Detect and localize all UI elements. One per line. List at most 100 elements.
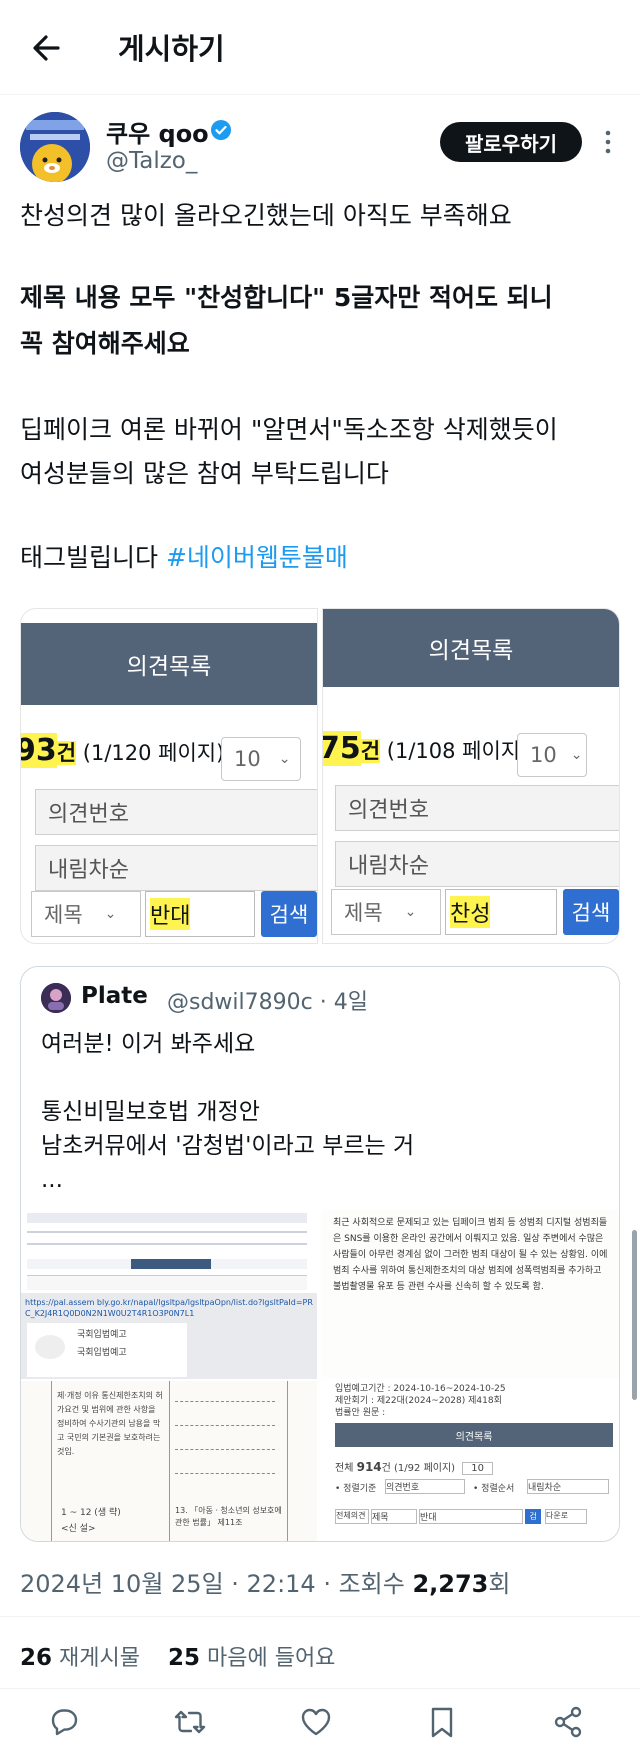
thumb-count: 전체 914건 (1/92 페이지) 10 — [335, 1459, 493, 1475]
quoted-image: https://pal.assem bly.go.kr/napal/lgsltp… — [21, 1209, 317, 1379]
hashtag-link[interactable]: #네이버웹툰불매 — [166, 543, 348, 572]
count-text: 93건 (1/120 페이지) — [21, 733, 225, 768]
thumb-item: 1 ~ 12 (생 략) — [61, 1508, 121, 1518]
thumb-all-label: 전체의견 — [335, 1509, 369, 1524]
media-image[interactable]: 의견목록 75건 (1/108 페이지) 10 ⌄ 의견번호 내림차순 제목 ⌄… — [322, 608, 620, 944]
sort-field: 의견번호 — [335, 785, 619, 831]
thumb-per-page: 10 — [462, 1462, 493, 1475]
search-query-text: 반대 — [150, 898, 191, 930]
search-field-select: 제목 ⌄ — [31, 891, 141, 937]
engagement-counts: 26 재게시물 25 마음에 들어요 — [20, 1640, 335, 1672]
per-page-value: 10 — [234, 747, 261, 771]
post-date: 2024년 10월 25일 · 22:14 · 조회수 — [20, 1570, 413, 1598]
per-page-select: 10 ⌄ — [517, 733, 587, 777]
count-number: 75 — [323, 731, 361, 766]
chevron-down-icon: ⌄ — [404, 904, 417, 920]
thumb-count-number: 914 — [356, 1460, 382, 1474]
search-query: 반대 — [145, 891, 255, 937]
thumb-doc-text: 제·개정 이유 통신제한조치의 허가요건 및 범위에 관한 사항을 정비하여 수… — [57, 1391, 163, 1456]
divider — [0, 1616, 640, 1617]
repost-icon[interactable] — [172, 1704, 212, 1744]
quoted-text-line: 남초커뮤에서 '감청법'이라고 부르는 거 — [41, 1133, 415, 1159]
order-field: 내림차순 — [35, 845, 317, 891]
chevron-down-icon: ⌄ — [278, 751, 291, 767]
media-image[interactable]: 의견목록 93건 (1/120 페이지) 10 ⌄ 의견번호 내림차순 제목 ⌄… — [20, 608, 318, 944]
reply-icon[interactable] — [46, 1704, 86, 1744]
thumb-doc-text: 최근 사회적으로 문제되고 있는 딥페이크 범죄 등 성범죄 디지털 성범죄들은… — [333, 1218, 608, 1292]
chevron-down-icon: ⌄ — [570, 747, 583, 763]
thumb-count-prefix: 전체 — [335, 1463, 354, 1474]
search-button: 검색 — [563, 889, 619, 935]
quoted-author-name: Plate — [81, 983, 148, 1009]
per-page-select: 10 ⌄ — [221, 737, 301, 781]
search-field-select: 제목 ⌄ — [331, 889, 441, 935]
thumb-item: 13. 「아동ㆍ청소년의 성보호에 관한 법률」 제11조 — [175, 1506, 282, 1527]
avatar[interactable] — [20, 112, 90, 182]
like-count[interactable]: 25 — [168, 1645, 200, 1671]
page-info: (1/108 페이지) — [386, 739, 529, 763]
thumb-url: https://pal.assem bly.go.kr/napal/lgsltp… — [25, 1298, 313, 1318]
thumb-order-label: • 정렬순서 — [473, 1484, 515, 1494]
search-field-value: 제목 — [344, 901, 383, 925]
search-field-value: 제목 — [44, 903, 83, 927]
thumb-next: 다운로 — [545, 1509, 587, 1524]
thumb-tag: 국회입법예고 — [77, 1330, 127, 1340]
quoted-text-line: 여러분! 이거 봐주세요 — [41, 1031, 256, 1057]
scrollbar[interactable] — [632, 1230, 637, 1400]
like-label[interactable]: 마음에 들어요 — [207, 1646, 335, 1671]
post-text-bold: 꼭 참여해주세요 — [20, 329, 190, 358]
count-number: 93 — [21, 733, 57, 768]
thumb-original: 법률안 원문 : — [335, 1408, 386, 1418]
search-query: 찬성 — [445, 889, 557, 935]
thumb-field: 제목 — [371, 1509, 417, 1524]
quoted-image: 제·개정 이유 통신제한조치의 허가요건 및 범위에 관한 사항을 정비하여 수… — [21, 1381, 317, 1541]
share-icon[interactable] — [550, 1704, 590, 1744]
follow-button[interactable]: 팔로우하기 — [440, 122, 582, 162]
view-count: 2,273 — [412, 1570, 489, 1598]
author-name[interactable]: 쿠우 qoo — [106, 114, 209, 149]
divider — [0, 1688, 640, 1689]
sort-field: 의견번호 — [35, 789, 317, 835]
quoted-author-handle: @sdwil7890c · 4일 — [167, 990, 368, 1015]
top-bar — [0, 0, 640, 95]
tag-text: 태그빌립니다 — [20, 543, 159, 572]
verified-badge-icon — [210, 119, 232, 141]
count-unit: 건 — [56, 741, 77, 765]
panel-header: 의견목록 — [21, 623, 317, 705]
like-heart-icon[interactable] — [298, 1704, 338, 1744]
thumb-sort-label: • 정렬기준 — [335, 1484, 377, 1494]
thumb-order-value: 내림차순 — [527, 1479, 609, 1494]
thumb-tag: 국회입법예고 — [77, 1348, 127, 1358]
search-button: 검색 — [261, 891, 317, 937]
back-arrow-icon[interactable] — [28, 28, 68, 68]
bookmark-icon[interactable] — [424, 1704, 464, 1744]
search-query-text: 찬성 — [450, 896, 491, 928]
avatar — [41, 983, 71, 1013]
thumb-query: 반대 — [419, 1509, 523, 1524]
per-page-value: 10 — [530, 743, 557, 767]
quoted-text-ellipsis: ... — [41, 1167, 63, 1193]
more-options-icon[interactable] — [600, 126, 616, 158]
count-text: 75건 (1/108 페이지) — [323, 731, 529, 766]
repost-count[interactable]: 26 — [20, 1645, 52, 1671]
quoted-post[interactable]: Plate @sdwil7890c · 4일 여러분! 이거 봐주세요 통신비밀… — [20, 966, 620, 1542]
post-text-line: 여성분들의 많은 참여 부탁드립니다 — [20, 459, 389, 488]
post-text-line: 딥페이크 여론 바뀌어 "알면서"독소조항 삭제했듯이 — [20, 415, 558, 444]
count-unit: 건 — [360, 739, 381, 763]
quoted-image: 입법예고기간 : 2024-10-16~2024-10-25 제안회기 : 제2… — [321, 1381, 619, 1541]
thumb-item: <신 설> — [61, 1524, 96, 1534]
post-text-line: 찬성의견 많이 올라오긴했는데 아직도 부족해요 — [20, 201, 512, 230]
thumb-count-suffix: 건 (1/92 페이지) — [381, 1463, 456, 1474]
chevron-down-icon: ⌄ — [104, 906, 117, 922]
quoted-image: 최근 사회적으로 문제되고 있는 딥페이크 범죄 등 성범죄 디지털 성범죄들은… — [321, 1209, 619, 1379]
page-info: (1/120 페이지) — [82, 741, 225, 765]
repost-label[interactable]: 재게시물 — [59, 1646, 140, 1671]
thumb-panel-header: 의견목록 — [335, 1423, 613, 1447]
author-handle[interactable]: @Talzo_ — [106, 148, 197, 174]
post-text-tags: 태그빌립니다 #네이버웹툰불매 — [20, 538, 620, 578]
post-text-bold: 제목 내용 모두 "찬성합니다" 5글자만 적어도 되니 — [20, 283, 553, 312]
view-suffix: 회 — [488, 1570, 511, 1598]
panel-header: 의견목록 — [323, 609, 619, 687]
page-title: 게시하기 — [118, 32, 225, 66]
order-field: 내림차순 — [335, 841, 619, 887]
